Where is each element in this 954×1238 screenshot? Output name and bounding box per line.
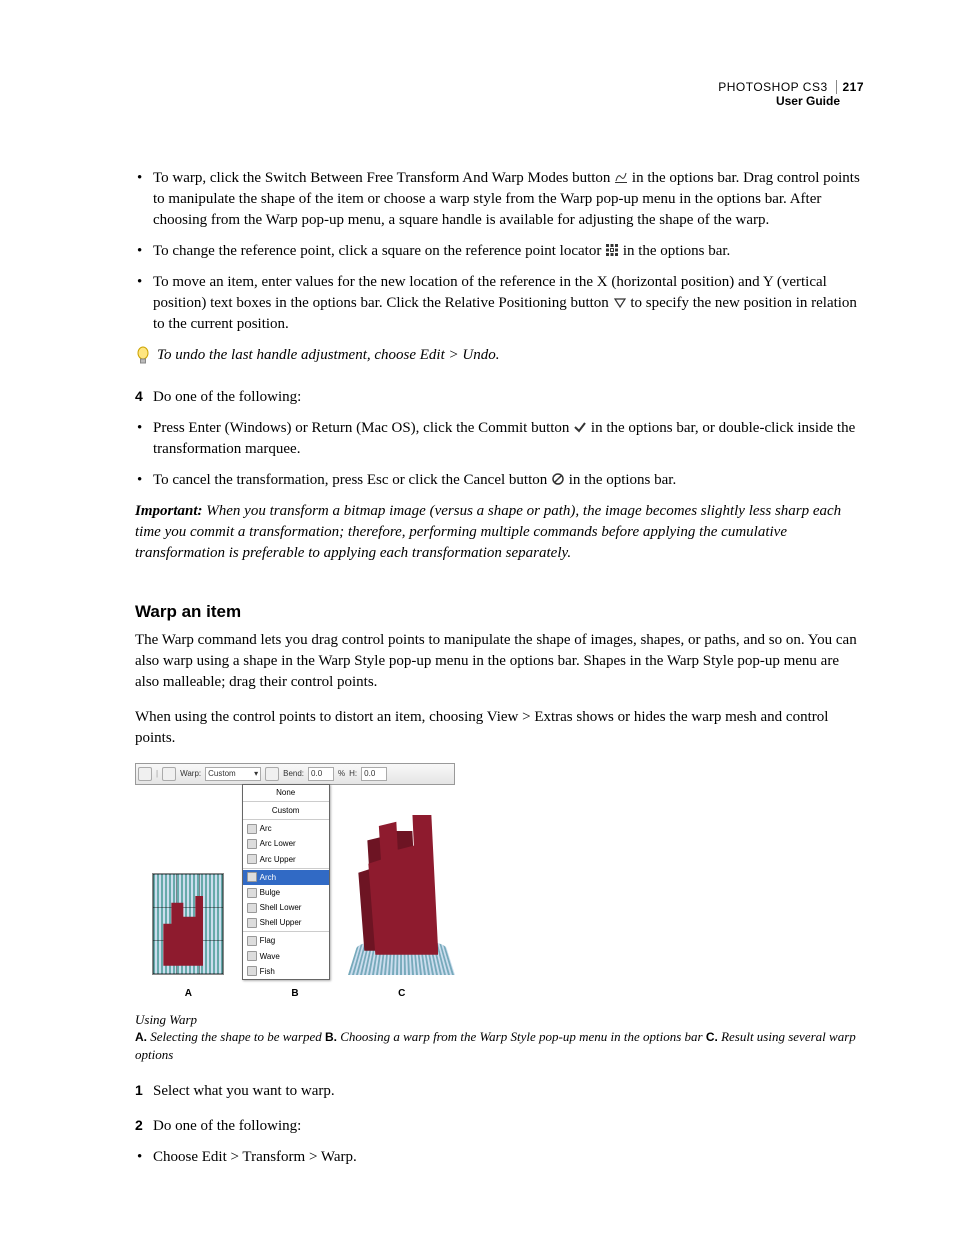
list-item: Press Enter (Windows) or Return (Mac OS)…: [135, 418, 864, 460]
relative-positioning-icon: [613, 295, 627, 309]
paragraph: When using the control points to distort…: [135, 707, 864, 749]
text: in the options bar.: [569, 472, 677, 488]
caption-a-text: Selecting the shape to be warped: [147, 1029, 325, 1044]
divider: |: [156, 768, 158, 779]
step-number: 4: [135, 387, 153, 408]
commit-icon: [573, 420, 587, 434]
paragraph: The Warp command lets you drag control p…: [135, 630, 864, 693]
tip-note: To undo the last handle adjustment, choo…: [135, 345, 864, 373]
page-number: 217: [836, 80, 864, 94]
warp-result-image: [348, 785, 455, 985]
dd-item-arch-selected: Arch: [243, 870, 329, 885]
figure-col-a: [135, 785, 242, 985]
bullet-list-3: Choose Edit > Transform > Warp.: [135, 1147, 864, 1168]
figure-col-b: None Custom Arc Arc Lower Arc Upper Arch…: [242, 785, 349, 985]
dd-item-arc: Arc: [243, 821, 329, 836]
figure-toolbar: | Warp: Custom▾ Bend: 0.0 % H: 0.0: [135, 763, 455, 785]
text: To change the reference point, click a s…: [153, 243, 605, 259]
text: To cancel the transformation, press Esc …: [153, 472, 551, 488]
important-note: Important: When you transform a bitmap i…: [135, 501, 864, 564]
lightbulb-icon: [135, 346, 151, 373]
step-text: Do one of the following:: [153, 387, 301, 408]
dd-item-arclower: Arc Lower: [243, 836, 329, 851]
figure-caption: Using Warp A. Selecting the shape to be …: [135, 1011, 864, 1064]
h-label: H:: [349, 768, 357, 779]
important-text: When you transform a bitmap image (versu…: [135, 503, 841, 561]
step-4: 4 Do one of the following:: [135, 387, 864, 408]
percent-label: %: [338, 768, 345, 779]
header-subtitle: User Guide: [135, 94, 840, 108]
step-number: 2: [135, 1116, 153, 1137]
list-item: To move an item, enter values for the ne…: [135, 272, 864, 335]
figure-warp: | Warp: Custom▾ Bend: 0.0 % H: 0.0 None: [135, 763, 455, 1001]
figure-col-c: [348, 785, 455, 985]
header-product-line: PHOTOSHOP CS3 217: [135, 80, 864, 94]
warp-select: Custom▾: [205, 767, 261, 781]
dd-item-custom: Custom: [243, 803, 329, 818]
text: To warp, click the Switch Between Free T…: [153, 170, 614, 186]
dd-item-shelllower: Shell Lower: [243, 900, 329, 915]
caption-title: Using Warp: [135, 1012, 197, 1027]
reference-point-locator-icon: [605, 243, 619, 257]
label-c: C: [348, 987, 455, 1001]
caption-b-label: B.: [325, 1030, 337, 1044]
list-item: To cancel the transformation, press Esc …: [135, 470, 864, 491]
bend-label: Bend:: [283, 768, 304, 779]
bullet-list-2: Press Enter (Windows) or Return (Mac OS)…: [135, 418, 864, 491]
step-number: 1: [135, 1081, 153, 1102]
list-item: To warp, click the Switch Between Free T…: [135, 168, 864, 231]
dd-item-bulge: Bulge: [243, 885, 329, 900]
step-2: 2 Do one of the following:: [135, 1116, 864, 1137]
step-text: Select what you want to warp.: [153, 1081, 335, 1102]
caption-b-text: Choosing a warp from the Warp Style pop-…: [337, 1029, 706, 1044]
dd-item-fish: Fish: [243, 964, 329, 979]
list-item: To change the reference point, click a s…: [135, 241, 864, 262]
list-item: Choose Edit > Transform > Warp.: [135, 1147, 864, 1168]
label-a: A: [135, 987, 242, 1001]
dd-item-none: None: [243, 785, 329, 800]
content: To warp, click the Switch Between Free T…: [135, 168, 864, 1168]
figure-body: None Custom Arc Arc Lower Arc Upper Arch…: [135, 785, 455, 985]
warp-source-image: [152, 873, 224, 975]
dd-item-wave: Wave: [243, 949, 329, 964]
cancel-icon: [551, 472, 565, 486]
page-header: PHOTOSHOP CS3 217 User Guide: [135, 80, 864, 108]
figure-labels: A B C: [135, 987, 455, 1001]
orientation-icon: [265, 767, 279, 781]
product-name: PHOTOSHOP CS3: [718, 80, 827, 94]
caption-a-label: A.: [135, 1030, 147, 1044]
dd-item-shellupper: Shell Upper: [243, 915, 329, 930]
dd-item-flag: Flag: [243, 933, 329, 948]
page: PHOTOSHOP CS3 217 User Guide To warp, cl…: [0, 0, 954, 1238]
text: in the options bar.: [623, 243, 731, 259]
step-text: Do one of the following:: [153, 1116, 301, 1137]
h-value: 0.0: [361, 767, 387, 781]
section-title: Warp an item: [135, 600, 864, 624]
step-1: 1 Select what you want to warp.: [135, 1081, 864, 1102]
label-b: B: [242, 987, 349, 1001]
warp-label: Warp:: [180, 768, 201, 779]
warp-value: Custom: [208, 768, 236, 779]
locator-icon: [162, 767, 176, 781]
important-label: Important:: [135, 503, 203, 519]
tool-icon: [138, 767, 152, 781]
caption-c-label: C.: [706, 1030, 718, 1044]
warp-mode-icon: [614, 170, 628, 184]
bullet-list-1: To warp, click the Switch Between Free T…: [135, 168, 864, 335]
text: Press Enter (Windows) or Return (Mac OS)…: [153, 420, 573, 436]
dd-item-arcupper: Arc Upper: [243, 852, 329, 867]
warp-style-dropdown: None Custom Arc Arc Lower Arc Upper Arch…: [242, 784, 330, 980]
tip-text: To undo the last handle adjustment, choo…: [157, 345, 499, 366]
bend-value: 0.0: [308, 767, 334, 781]
